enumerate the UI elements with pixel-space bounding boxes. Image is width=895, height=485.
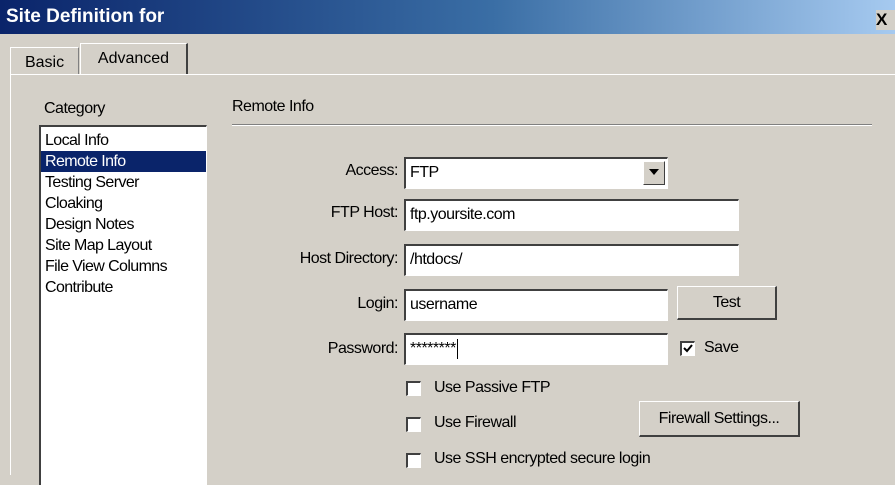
- access-select[interactable]: FTP: [404, 157, 668, 189]
- section-title: Remote Info: [232, 98, 314, 115]
- category-item-testing-server[interactable]: Testing Server: [41, 172, 206, 193]
- category-item-contribute[interactable]: Contribute: [41, 277, 206, 298]
- ssh-checkbox[interactable]: [406, 453, 421, 468]
- ftp-host-input[interactable]: ftp.yoursite.com: [404, 199, 739, 231]
- test-button[interactable]: Test: [677, 286, 777, 320]
- ftp-host-label: FTP Host:: [330, 204, 399, 221]
- close-button[interactable]: X: [876, 10, 895, 30]
- host-directory-input[interactable]: /htdocs/: [404, 244, 739, 276]
- save-label: Save: [704, 339, 739, 356]
- access-label: Access:: [345, 162, 398, 179]
- tab-advanced[interactable]: Advanced: [80, 43, 188, 74]
- category-item-design-notes[interactable]: Design Notes: [41, 214, 206, 235]
- category-item-remote-info[interactable]: Remote Info: [41, 151, 206, 172]
- title-bar: Site Definition for: [0, 0, 895, 34]
- category-item-site-map-layout[interactable]: Site Map Layout: [41, 235, 206, 256]
- category-item-local-info[interactable]: Local Info: [41, 130, 206, 151]
- login-label: Login:: [357, 295, 398, 312]
- text-caret: [456, 338, 458, 359]
- checkmark-icon: [683, 344, 693, 353]
- category-label: Category: [44, 100, 105, 117]
- window-title: Site Definition for: [6, 6, 165, 27]
- section-divider: [232, 124, 872, 126]
- tab-basic[interactable]: Basic: [10, 47, 79, 74]
- login-input[interactable]: username: [404, 289, 668, 321]
- firewall-settings-button[interactable]: Firewall Settings...: [639, 401, 800, 437]
- category-item-cloaking[interactable]: Cloaking: [41, 193, 206, 214]
- firewall-checkbox[interactable]: [406, 417, 421, 432]
- password-input[interactable]: ********: [404, 333, 668, 365]
- host-directory-label: Host Directory:: [299, 250, 399, 267]
- dropdown-arrow-icon[interactable]: [643, 161, 665, 185]
- firewall-label: Use Firewall: [434, 414, 517, 431]
- category-item-file-view-columns[interactable]: File View Columns: [41, 256, 206, 277]
- ssh-label: Use SSH encrypted secure login: [434, 450, 651, 467]
- category-list[interactable]: Local Info Remote Info Testing Server Cl…: [39, 125, 207, 485]
- password-label: Password:: [327, 340, 399, 357]
- passive-ftp-checkbox[interactable]: [406, 381, 421, 396]
- access-value: FTP: [410, 164, 439, 181]
- passive-ftp-label: Use Passive FTP: [434, 379, 551, 396]
- password-value: ********: [410, 340, 456, 357]
- save-checkbox[interactable]: [680, 341, 695, 356]
